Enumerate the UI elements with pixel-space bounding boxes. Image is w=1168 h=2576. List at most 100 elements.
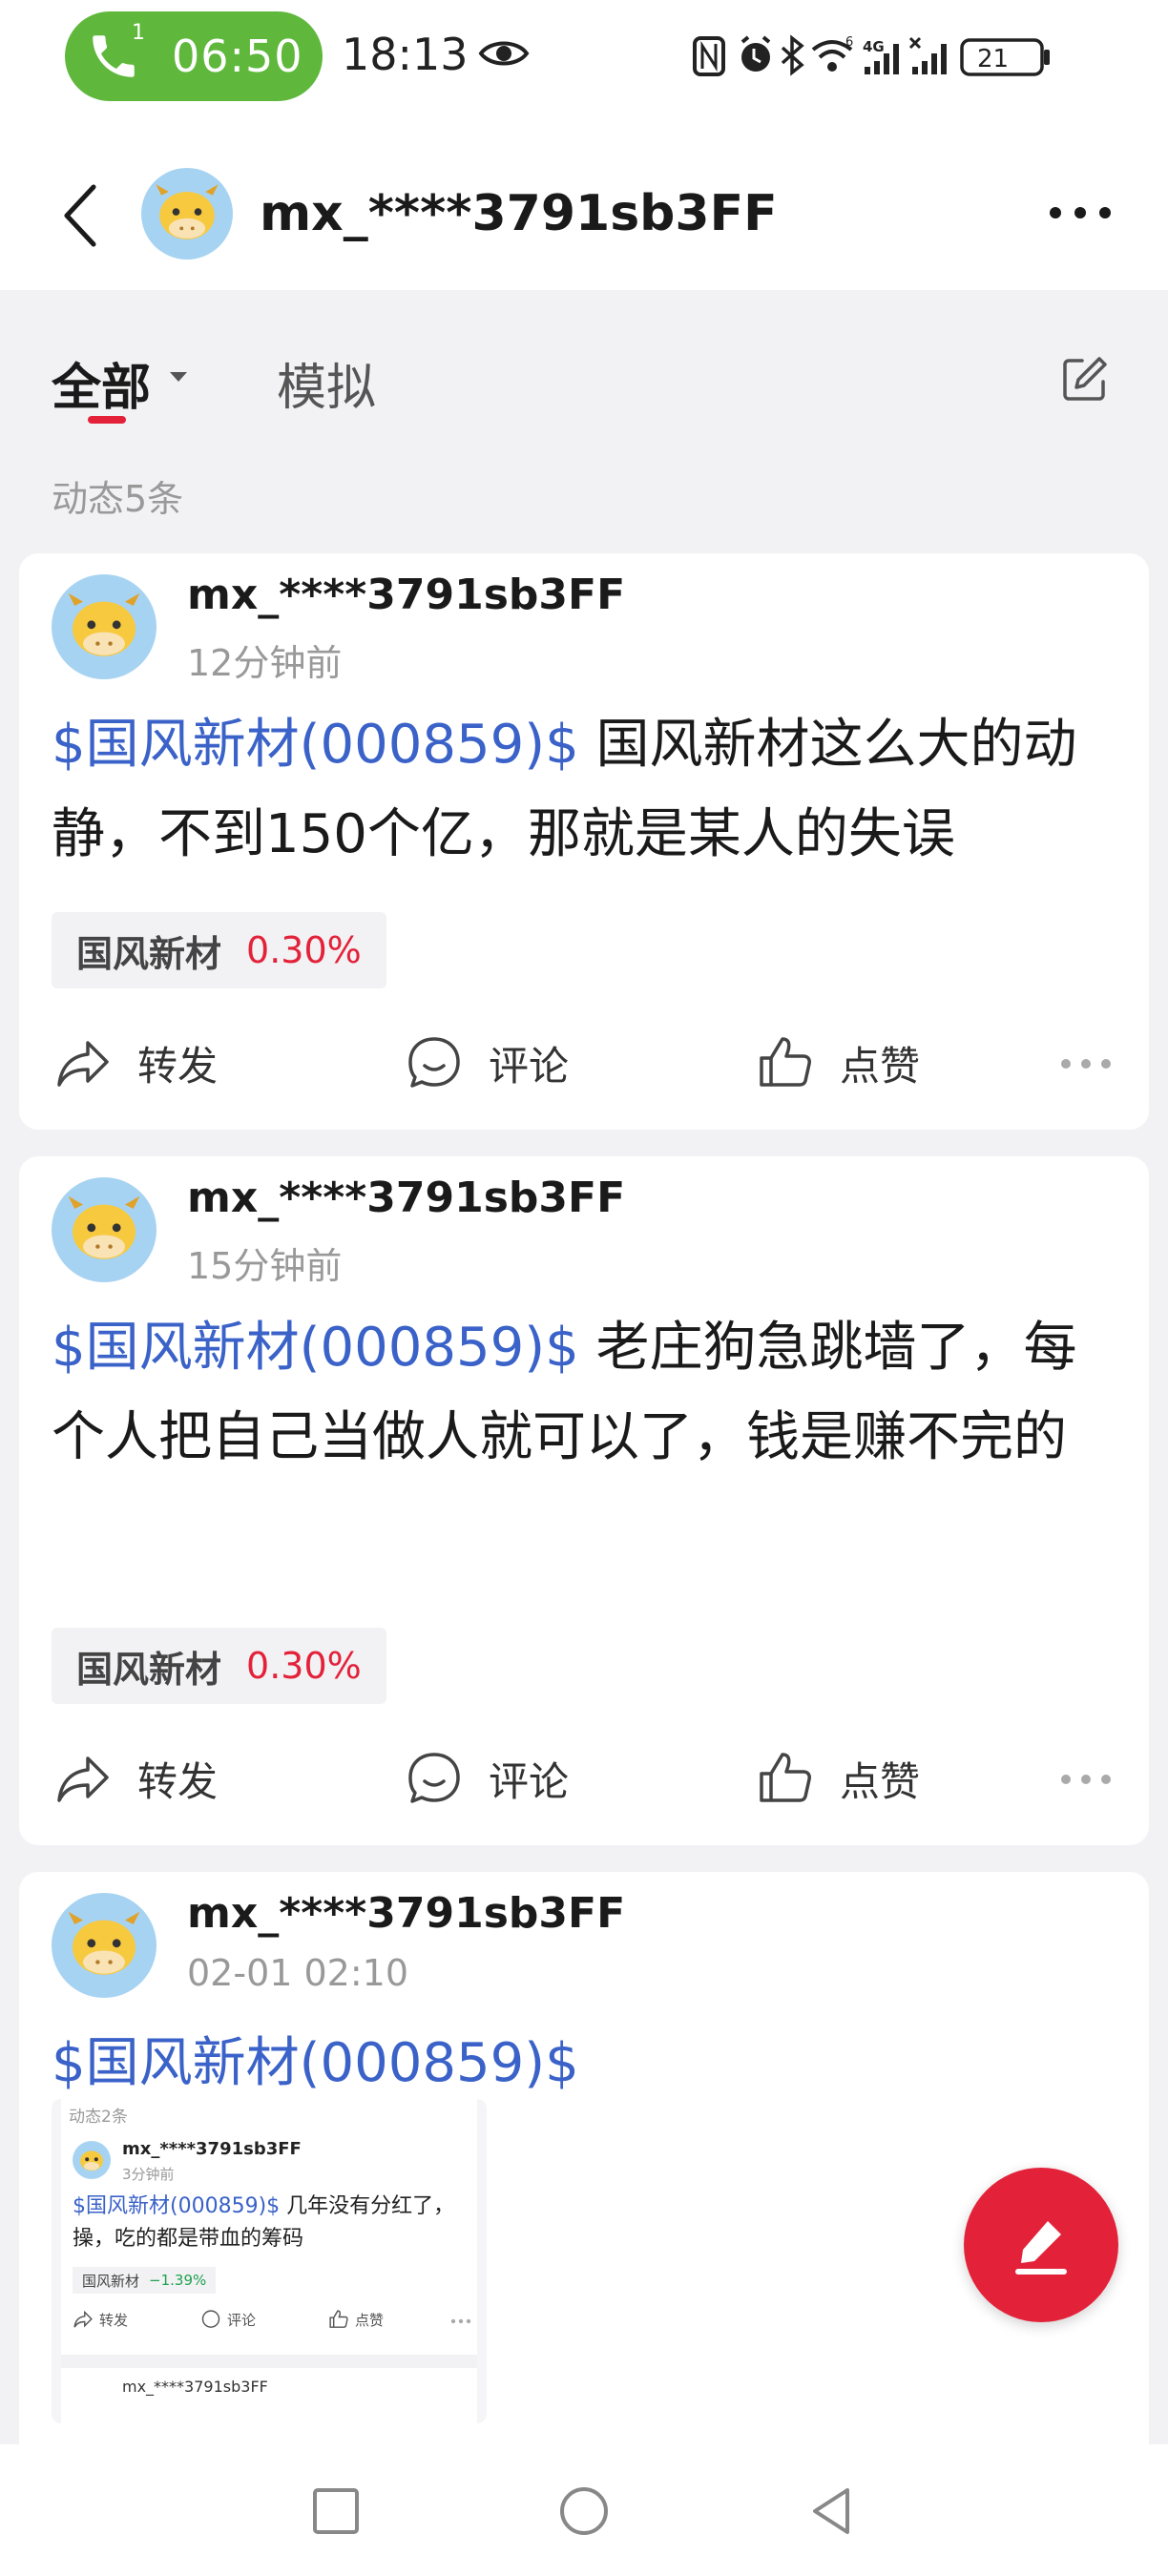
- compose-pencil-icon: [1015, 2221, 1067, 2275]
- tab-all[interactable]: 全部: [52, 347, 151, 419]
- thumbs-up-icon: [760, 1753, 811, 1802]
- image-next-author: mx_****3791sb3FF: [122, 2378, 268, 2396]
- stock-tag-link[interactable]: $国风新材(000859)$: [52, 714, 579, 776]
- image-comment: 评论: [200, 2309, 256, 2330]
- stock-chip[interactable]: 国风新材 0.30%: [52, 1628, 386, 1704]
- svg-text:6: 6: [845, 35, 853, 50]
- tab-simulation[interactable]: 模拟: [277, 347, 376, 419]
- more-horizontal-icon[interactable]: [1059, 1773, 1113, 1786]
- image-chip-name: 国风新材: [82, 2272, 140, 2290]
- back-chevron-icon[interactable]: [59, 181, 101, 250]
- post-author[interactable]: mx_****3791sb3FF: [187, 1174, 625, 1222]
- post-time: 12分钟前: [187, 642, 343, 684]
- thumbs-up-icon: [760, 1037, 811, 1087]
- post-author[interactable]: mx_****3791sb3FF: [187, 571, 625, 619]
- image-comment-label: 评论: [227, 2311, 257, 2329]
- share-arrow-icon: [57, 1756, 109, 1802]
- comment-icon: [201, 2310, 220, 2328]
- profile-header: mx_****3791sb3FF: [0, 113, 1168, 290]
- post-actions: 转发 评论 点赞: [19, 1025, 1149, 1101]
- image-post-count: 动态2条: [69, 2108, 128, 2127]
- image-like-label: 点赞: [355, 2311, 385, 2329]
- post-count: 动态5条: [52, 478, 184, 520]
- more-horizontal-icon[interactable]: [1048, 204, 1113, 221]
- clock: 18:13: [342, 29, 469, 80]
- image-repost: 转发: [73, 2309, 128, 2330]
- battery-icon: 21: [960, 38, 1050, 76]
- comment-button[interactable]: 评论: [405, 1025, 569, 1101]
- svg-text:4G: 4G: [863, 38, 885, 55]
- post-card[interactable]: mx_****3791sb3FF 12分钟前 $国风新材(000859)$ 国风…: [19, 553, 1149, 1130]
- edit-icon[interactable]: [1061, 355, 1109, 403]
- post-time: 02-01 02:10: [187, 1952, 409, 1994]
- thumbs-up-icon: [329, 2310, 348, 2328]
- comment-icon: [408, 1037, 460, 1088]
- page-title: mx_****3791sb3FF: [260, 185, 778, 242]
- alarm-icon: [740, 35, 771, 72]
- stock-chip-name: 国风新材: [76, 932, 222, 975]
- signal-icon: [908, 36, 947, 74]
- wifi-icon: 6: [811, 35, 853, 72]
- comment-label: 评论: [489, 1757, 570, 1805]
- comment-button[interactable]: 评论: [405, 1740, 569, 1817]
- bluetooth-icon: [781, 34, 804, 76]
- call-sim-number: 1: [132, 21, 145, 45]
- image-content: 动态2条 mx_****3791sb3FF 3分钟前 $国风新材(000859)…: [61, 2099, 477, 2423]
- repost-label: 转发: [137, 1757, 219, 1805]
- stock-chip-name: 国风新材: [76, 1648, 222, 1691]
- post-content[interactable]: $国风新材(000859)$ 国风新材这么大的动静，不到150个亿，那就是某人的…: [52, 700, 1120, 880]
- more-horizontal-icon: [450, 2318, 471, 2324]
- post-author[interactable]: mx_****3791sb3FF: [187, 1889, 625, 1938]
- stock-tag-link[interactable]: $国风新材(000859)$: [52, 1317, 579, 1379]
- post-image[interactable]: 动态2条 mx_****3791sb3FF 3分钟前 $国风新材(000859)…: [52, 2099, 487, 2423]
- filter-bar: 全部 模拟 动态5条: [0, 311, 1168, 550]
- post-content[interactable]: $国风新材(000859)$: [52, 2019, 1120, 2109]
- home-circle-icon[interactable]: [557, 2484, 611, 2538]
- stock-chip[interactable]: 国风新材 0.30%: [52, 912, 386, 988]
- status-bar: 1 06:50 18:13 6 4G 21: [0, 0, 1168, 113]
- signal-4g-icon: 4G: [863, 38, 899, 74]
- image-like: 点赞: [328, 2309, 384, 2330]
- like-button[interactable]: 点赞: [756, 1025, 920, 1101]
- post-card[interactable]: mx_****3791sb3FF 15分钟前 $国风新材(000859)$ 老庄…: [19, 1156, 1149, 1845]
- share-arrow-icon: [57, 1041, 109, 1087]
- image-repost-label: 转发: [99, 2311, 129, 2329]
- back-triangle-icon[interactable]: [805, 2484, 859, 2538]
- call-duration: 06:50: [172, 31, 303, 82]
- post-actions: 转发 评论 点赞: [19, 1740, 1149, 1817]
- image-stock-chip: 国风新材 −1.39%: [73, 2267, 217, 2294]
- share-arrow-icon: [73, 2310, 93, 2328]
- avatar[interactable]: [141, 168, 233, 260]
- post-time: 15分钟前: [187, 1245, 343, 1287]
- repost-button[interactable]: 转发: [53, 1740, 218, 1817]
- image-chip-change: −1.39%: [149, 2272, 207, 2289]
- system-status-icons: 6 4G 21: [693, 34, 1050, 76]
- repost-button[interactable]: 转发: [53, 1025, 218, 1101]
- ongoing-call-pill[interactable]: 1 06:50: [65, 11, 323, 101]
- avatar[interactable]: [52, 1177, 156, 1282]
- system-nav-bar: [0, 2444, 1168, 2576]
- avatar[interactable]: [52, 574, 156, 679]
- eye-icon: [478, 41, 530, 66]
- like-label: 点赞: [840, 1042, 921, 1090]
- recents-square-icon[interactable]: [309, 2484, 363, 2538]
- image-stock-tag: $国风新材(000859)$: [73, 2194, 281, 2218]
- like-button[interactable]: 点赞: [756, 1740, 920, 1817]
- svg-text:21: 21: [977, 45, 1009, 73]
- stock-tag-link[interactable]: $国风新材(000859)$: [52, 2032, 579, 2094]
- repost-label: 转发: [137, 1042, 219, 1090]
- image-actions: 转发 评论 点赞: [73, 2309, 473, 2337]
- caret-down-icon[interactable]: [168, 370, 189, 384]
- comment-label: 评论: [489, 1042, 570, 1090]
- image-divider: [61, 2355, 477, 2368]
- post-content[interactable]: $国风新材(000859)$ 老庄狗急跳墙了，每个人把自己当做人就可以了，钱是赚…: [52, 1303, 1120, 1483]
- compose-button[interactable]: [964, 2168, 1118, 2322]
- image-text: $国风新材(000859)$ 几年没有分红了，操，吃的都是带血的筹码: [73, 2191, 473, 2255]
- like-label: 点赞: [840, 1757, 921, 1805]
- avatar[interactable]: [52, 1893, 156, 1998]
- more-horizontal-icon[interactable]: [1059, 1057, 1113, 1070]
- post-card[interactable]: mx_****3791sb3FF 02-01 02:10 $国风新材(00085…: [19, 1872, 1149, 2463]
- image-author: mx_****3791sb3FF: [122, 2139, 302, 2159]
- image-time: 3分钟前: [122, 2166, 175, 2183]
- active-tab-indicator: [88, 416, 126, 424]
